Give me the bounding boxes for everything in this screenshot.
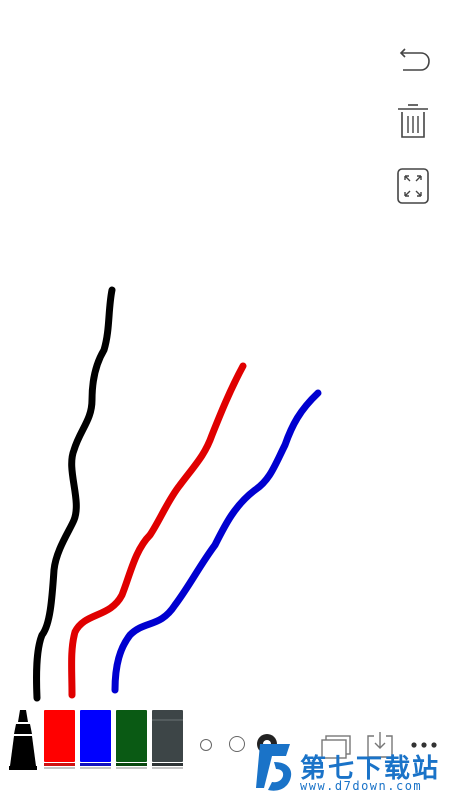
red-stroke: [68, 362, 247, 699]
undo-icon: [399, 48, 430, 71]
marker-blue[interactable]: [77, 710, 114, 770]
marker-green[interactable]: [113, 710, 150, 770]
expand-icon: [397, 168, 429, 204]
pen-tool-black[interactable]: [6, 708, 40, 772]
watermark-logo: [256, 744, 292, 791]
trash-icon: [398, 104, 428, 138]
undo-button[interactable]: [393, 42, 433, 82]
clear-button[interactable]: [393, 102, 433, 142]
brush-size-small[interactable]: [200, 739, 212, 751]
brush-size-medium[interactable]: [229, 736, 245, 752]
fullscreen-button[interactable]: [393, 166, 433, 206]
marker-gray[interactable]: [149, 710, 186, 770]
drawing-canvas[interactable]: [0, 0, 450, 800]
marker-red[interactable]: [41, 710, 78, 770]
watermark-url: www.d7down.com: [300, 779, 423, 793]
